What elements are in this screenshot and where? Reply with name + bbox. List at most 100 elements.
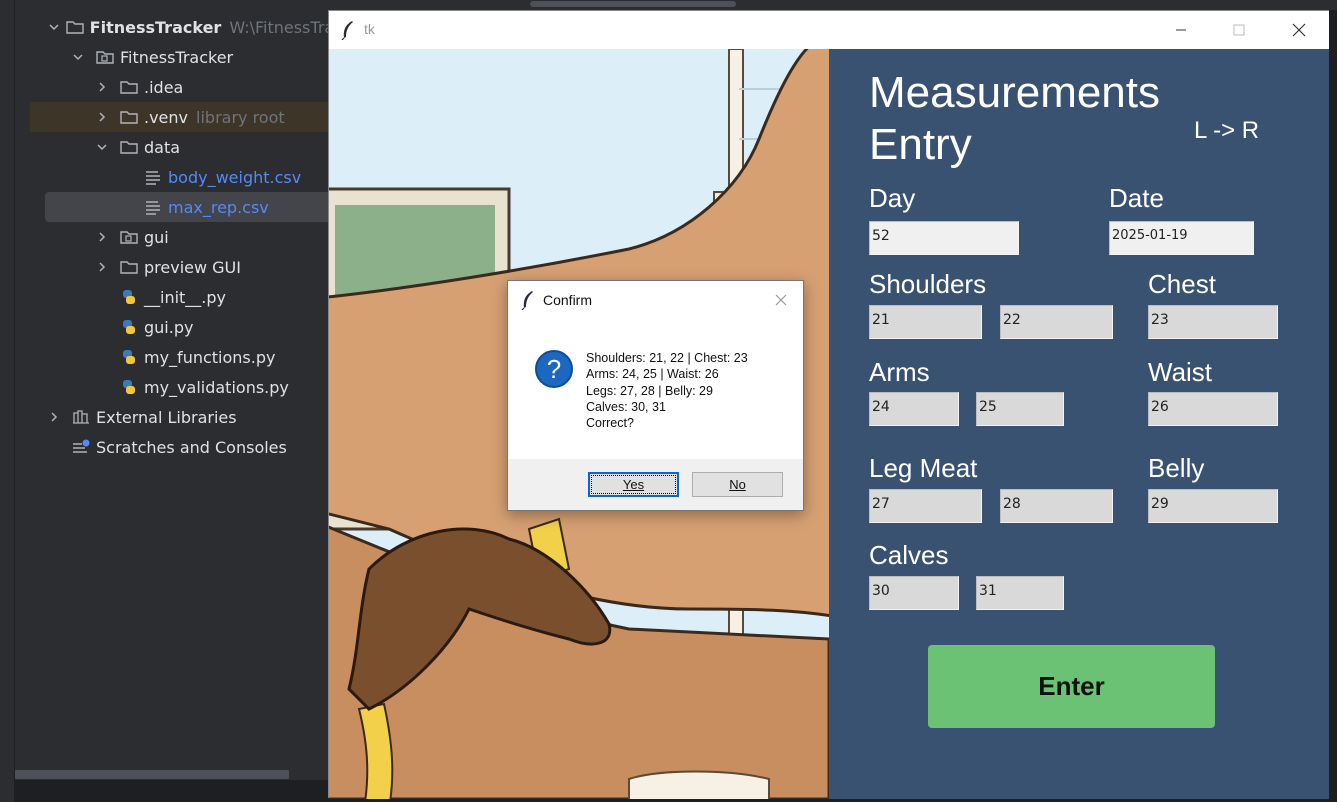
tree-item-label: .idea bbox=[144, 77, 184, 97]
tree-item-label: my_validations.py bbox=[144, 377, 289, 397]
leg-right-input[interactable]: 28 bbox=[1000, 489, 1113, 523]
tree-item-external-libraries[interactable]: External Libraries bbox=[30, 402, 343, 432]
shoulders-left-input[interactable]: 21 bbox=[869, 305, 982, 339]
calves-label: Calves bbox=[869, 540, 949, 570]
library-icon bbox=[72, 409, 90, 425]
message-line: Calves: 30, 31 bbox=[586, 399, 666, 414]
tree-item-label: my_functions.py bbox=[144, 347, 276, 367]
tree-item-max-rep-csv[interactable]: max_rep.csv bbox=[45, 192, 331, 222]
chevron-down-icon[interactable] bbox=[48, 21, 59, 33]
tree-item-init-py[interactable]: __init__.py bbox=[30, 282, 343, 312]
close-button[interactable] bbox=[1270, 11, 1328, 49]
leg-meat-label: Leg Meat bbox=[869, 453, 978, 483]
leg-left-input[interactable]: 27 bbox=[869, 489, 982, 523]
scratches-icon bbox=[72, 439, 90, 455]
dialog-title-bar[interactable]: Confirm bbox=[508, 281, 803, 319]
page-title: Measurements Entry bbox=[869, 68, 1161, 169]
tree-item-project-root[interactable]: FitnessTracker W:\FitnessTrac bbox=[30, 12, 343, 42]
message-line: Arms: 24, 25 | Waist: 26 bbox=[586, 367, 719, 382]
window-title: tk bbox=[364, 21, 375, 37]
tree-item-scratches[interactable]: Scratches and Consoles bbox=[30, 432, 343, 462]
chevron-down-icon[interactable] bbox=[96, 141, 108, 153]
date-label: Date bbox=[1109, 183, 1164, 213]
dialog-title: Confirm bbox=[543, 292, 593, 308]
tree-item-label: FitnessTracker bbox=[89, 17, 222, 37]
tree-item-label: body_weight.csv bbox=[168, 167, 302, 187]
chevron-right-icon[interactable] bbox=[96, 261, 108, 273]
chevron-right-icon[interactable] bbox=[96, 111, 108, 123]
chevron-down-icon[interactable] bbox=[72, 51, 84, 63]
text-file-icon bbox=[144, 169, 162, 185]
belly-input[interactable]: 29 bbox=[1148, 489, 1278, 523]
tree-item-data[interactable]: data bbox=[30, 132, 343, 162]
tree-item-body-weight-csv[interactable]: body_weight.csv bbox=[30, 162, 343, 192]
dialog-close-button[interactable] bbox=[770, 289, 792, 311]
tree-item-fitnesstracker-module[interactable]: FitnessTracker bbox=[30, 42, 343, 72]
dialog-button-bar: Yes No bbox=[508, 459, 803, 510]
tk-feather-icon bbox=[521, 290, 535, 314]
tree-item-venv[interactable]: .venv library root bbox=[30, 102, 343, 132]
tree-item-idea[interactable]: .idea bbox=[30, 72, 343, 102]
tree-item-label: max_rep.csv bbox=[168, 197, 269, 217]
enter-button[interactable]: Enter bbox=[928, 645, 1215, 728]
message-line: Correct? bbox=[586, 416, 634, 431]
python-file-icon bbox=[120, 349, 138, 365]
module-folder-icon bbox=[96, 49, 114, 65]
arms-label: Arms bbox=[869, 357, 930, 387]
minimize-button[interactable] bbox=[1152, 11, 1210, 49]
day-label: Day bbox=[869, 183, 916, 213]
arms-right-input[interactable]: 25 bbox=[976, 392, 1064, 426]
direction-note: L -> R bbox=[1194, 117, 1260, 144]
tree-item-label: Scratches and Consoles bbox=[96, 437, 287, 457]
message-line: Shoulders: 21, 22 | Chest: 23 bbox=[586, 351, 748, 365]
belly-label: Belly bbox=[1148, 453, 1205, 483]
python-file-icon bbox=[120, 319, 138, 335]
python-file-icon bbox=[120, 289, 138, 305]
ide-tool-strip bbox=[0, 0, 15, 802]
editor-scrollbar[interactable] bbox=[530, 1, 736, 7]
chest-input[interactable]: 23 bbox=[1148, 305, 1278, 339]
calves-left-input[interactable]: 30 bbox=[869, 576, 959, 610]
no-button[interactable]: No bbox=[692, 472, 783, 497]
date-input[interactable]: 2025-01-19 bbox=[1109, 221, 1254, 255]
python-file-icon bbox=[120, 379, 138, 395]
chevron-right-icon[interactable] bbox=[48, 411, 60, 423]
dialog-message: Shoulders: 21, 22 | Chest: 23 Arms: 24, … bbox=[586, 350, 748, 431]
tree-item-label: data bbox=[144, 137, 181, 157]
text-file-icon bbox=[144, 199, 162, 215]
tree-item-gui-py[interactable]: gui.py bbox=[30, 312, 343, 342]
tree-item-label: gui bbox=[144, 227, 169, 247]
tk-title-bar[interactable]: tk bbox=[329, 11, 1329, 49]
library-root-hint: library root bbox=[196, 107, 285, 127]
measurements-form: Measurements Entry L -> R Day Date 52 20… bbox=[829, 49, 1329, 799]
shoulders-right-input[interactable]: 22 bbox=[1000, 305, 1113, 339]
ide-status-strip bbox=[15, 780, 328, 802]
question-icon: ? bbox=[535, 350, 573, 388]
tree-horizontal-scrollbar[interactable] bbox=[15, 770, 289, 779]
day-input[interactable]: 52 bbox=[869, 221, 1019, 255]
tk-feather-icon bbox=[341, 20, 355, 44]
chevron-right-icon[interactable] bbox=[96, 231, 108, 243]
waist-input[interactable]: 26 bbox=[1148, 392, 1278, 426]
chest-label: Chest bbox=[1148, 269, 1216, 299]
folder-icon bbox=[65, 19, 84, 35]
tree-item-label: External Libraries bbox=[96, 407, 237, 427]
calves-right-input[interactable]: 31 bbox=[976, 576, 1064, 610]
tree-item-label: gui.py bbox=[144, 317, 194, 337]
waist-label: Waist bbox=[1148, 357, 1213, 387]
tree-item-my-validations-py[interactable]: my_validations.py bbox=[30, 372, 343, 402]
folder-icon bbox=[120, 109, 138, 125]
project-path: W:\FitnessTrac bbox=[229, 17, 343, 37]
chevron-right-icon[interactable] bbox=[96, 81, 108, 93]
tree-item-gui[interactable]: gui bbox=[30, 222, 343, 252]
shoulders-label: Shoulders bbox=[869, 269, 987, 299]
editor-tab-strip bbox=[328, 0, 1337, 10]
tree-item-label: FitnessTracker bbox=[120, 47, 234, 67]
yes-button[interactable]: Yes bbox=[588, 472, 679, 497]
tree-item-preview-gui[interactable]: preview GUI bbox=[30, 252, 343, 282]
maximize-button[interactable] bbox=[1210, 11, 1268, 49]
tree-item-my-functions-py[interactable]: my_functions.py bbox=[30, 342, 343, 372]
arms-left-input[interactable]: 24 bbox=[869, 392, 959, 426]
tree-item-label: __init__.py bbox=[144, 287, 227, 307]
tree-item-label: preview GUI bbox=[144, 257, 241, 277]
